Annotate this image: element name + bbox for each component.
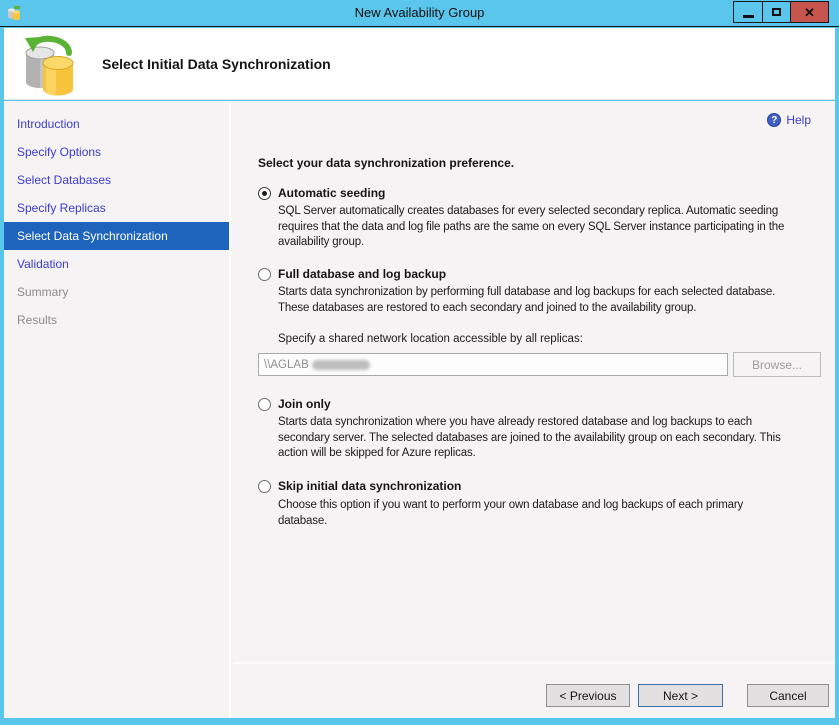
skip-sync-radio[interactable]: [258, 480, 271, 493]
browse-button[interactable]: Browse...: [733, 352, 821, 377]
maximize-button[interactable]: [762, 2, 790, 22]
next-button[interactable]: Next >: [638, 684, 723, 707]
wizard-header: Select Initial Data Synchronization: [4, 28, 835, 100]
page-title: Select Initial Data Synchronization: [102, 56, 331, 72]
cancel-button[interactable]: Cancel: [747, 684, 829, 707]
sidebar-item-specify-options[interactable]: Specify Options: [4, 138, 229, 166]
main-panel: ? Help Select your data synchronization …: [233, 101, 835, 662]
sidebar-item-introduction[interactable]: Introduction: [4, 110, 229, 138]
automatic-seeding-radio[interactable]: [258, 187, 271, 200]
help-icon: ?: [767, 113, 781, 127]
help-link[interactable]: ? Help: [767, 113, 811, 127]
join-only-label: Join only: [278, 397, 331, 411]
shared-location-label: Specify a shared network location access…: [278, 333, 583, 345]
join-only-radio[interactable]: [258, 398, 271, 411]
sidebar-item-select-databases[interactable]: Select Databases: [4, 166, 229, 194]
shared-location-value: \\AGLAB: [264, 359, 309, 371]
join-only-description: Starts data synchronization where you ha…: [278, 415, 781, 462]
previous-button[interactable]: < Previous: [546, 684, 630, 707]
close-button[interactable]: ✕: [790, 2, 828, 22]
wizard-body: Introduction Specify Options Select Data…: [4, 101, 835, 718]
automatic-seeding-description: SQL Server automatically creates databas…: [278, 204, 784, 251]
sidebar-item-validation[interactable]: Validation: [4, 250, 229, 278]
help-label: Help: [786, 113, 811, 127]
sidebar-item-specify-replicas[interactable]: Specify Replicas: [4, 194, 229, 222]
titlebar[interactable]: New Availability Group ✕: [0, 0, 839, 27]
automatic-seeding-label: Automatic seeding: [278, 186, 385, 200]
full-backup-radio[interactable]: [258, 268, 271, 281]
skip-sync-label: Skip initial data synchronization: [278, 479, 461, 493]
maximize-icon: [772, 8, 781, 16]
redacted-text: [312, 360, 370, 370]
automatic-seeding-option[interactable]: Automatic seeding: [258, 186, 385, 200]
join-only-option[interactable]: Join only: [258, 397, 331, 411]
full-backup-option[interactable]: Full database and log backup: [258, 267, 446, 281]
wizard-footer: < Previous Next > Cancel: [233, 662, 835, 718]
sync-preference-heading: Select your data synchronization prefere…: [258, 156, 514, 170]
minimize-button[interactable]: [734, 2, 762, 22]
full-backup-label: Full database and log backup: [278, 267, 446, 281]
sidebar-item-results: Results: [4, 306, 229, 334]
sidebar-item-summary: Summary: [4, 278, 229, 306]
skip-sync-option[interactable]: Skip initial data synchronization: [258, 479, 461, 493]
close-icon: ✕: [804, 6, 815, 19]
window-controls: ✕: [733, 1, 829, 23]
wizard-steps-sidebar: Introduction Specify Options Select Data…: [4, 101, 231, 718]
shared-location-input[interactable]: \\AGLAB: [258, 353, 728, 376]
minimize-icon: [743, 15, 754, 18]
database-sync-icon: [16, 32, 80, 96]
window-title: New Availability Group: [0, 5, 839, 20]
skip-sync-description: Choose this option if you want to perfor…: [278, 498, 743, 529]
full-backup-description: Starts data synchronization by performin…: [278, 285, 775, 316]
new-availability-group-window: New Availability Group ✕ Select Initial …: [0, 0, 839, 725]
sidebar-item-select-data-synchronization[interactable]: Select Data Synchronization: [4, 222, 229, 250]
